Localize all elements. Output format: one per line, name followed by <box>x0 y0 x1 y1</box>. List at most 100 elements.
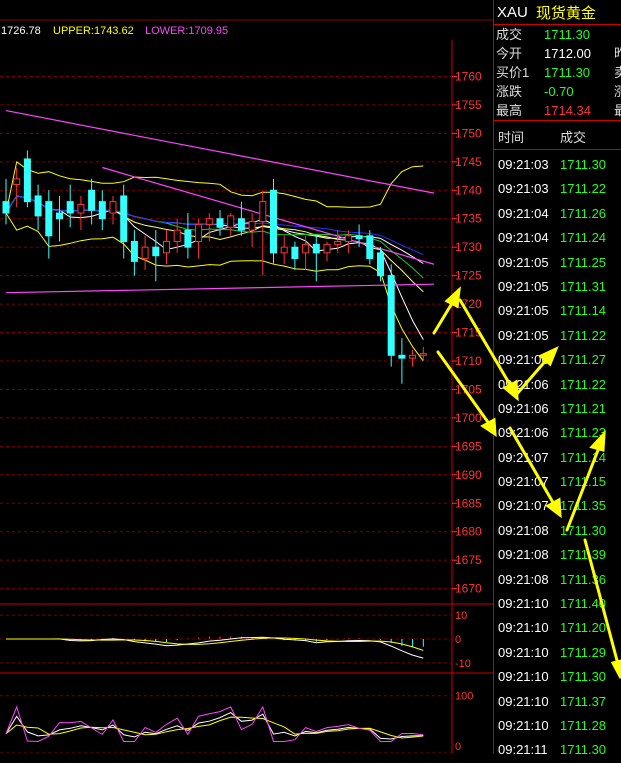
tick-price: 1711.25 <box>560 254 607 270</box>
tick-row[interactable]: 09:21:05 1711.22 <box>494 324 621 348</box>
tick-row[interactable]: 09:21:06 1711.21 <box>494 397 621 421</box>
tick-row[interactable]: 09:21:10 1711.37 <box>494 690 621 714</box>
price-tick-label: 1735 <box>455 212 482 226</box>
symbol-code: XAU <box>497 3 528 21</box>
quote-value: 1711.30 <box>544 65 591 80</box>
tick-row[interactable]: 09:21:04 1711.24 <box>494 226 621 250</box>
price-tick-label: 1675 <box>455 553 482 567</box>
tick-row[interactable]: 09:21:05 1711.14 <box>494 299 621 323</box>
tick-row[interactable]: 09:21:06 1711.27 <box>494 348 621 372</box>
price-tick-label: 1670 <box>455 582 482 596</box>
tick-price: 1711.30 <box>560 157 607 172</box>
tick-row[interactable]: 09:21:11 1711.30 <box>494 738 621 762</box>
tick-price: 1711.22 <box>560 181 607 197</box>
tick-time: 09:21:10 <box>498 596 549 612</box>
tick-row[interactable]: 09:21:05 1711.31 <box>494 275 621 299</box>
price-tick-label: 1685 <box>455 496 482 510</box>
price-tick-label: 1750 <box>455 126 482 140</box>
tick-time: 09:21:05 <box>498 254 549 270</box>
tick-price: 1711.21 <box>560 400 607 416</box>
tick-time: 09:21:07 <box>498 449 549 465</box>
tick-time: 09:21:06 <box>498 425 549 441</box>
quote-label: 买价1 <box>496 65 530 80</box>
tick-price: 1711.40 <box>560 596 607 612</box>
price-tick-label: 1710 <box>455 354 482 368</box>
tick-time: 09:21:10 <box>498 693 549 709</box>
tick-row[interactable]: 09:21:08 1711.39 <box>494 543 621 567</box>
tick-price: 1711.27 <box>560 352 607 368</box>
tick-time: 09:21:03 <box>498 181 549 197</box>
tick-price: 1711.30 <box>560 742 607 758</box>
candle <box>270 178 277 265</box>
quote-value: 1711.30 <box>544 27 591 42</box>
tick-time: 09:21:08 <box>498 522 549 538</box>
tick-time: 09:21:03 <box>498 157 549 172</box>
quote-title: XAU 现货黄金 <box>494 0 621 25</box>
quote-label: 成交 <box>496 27 523 42</box>
tick-time: 09:21:10 <box>498 717 549 733</box>
tick-price: 1711.23 <box>560 425 607 441</box>
quote-label: 涨跌 <box>496 84 523 99</box>
tick-row[interactable]: 09:21:10 1711.28 <box>494 714 621 738</box>
macd-tick-label: -10 <box>455 658 471 670</box>
tick-time: 09:21:10 <box>498 620 549 636</box>
tick-time: 09:21:10 <box>498 669 549 685</box>
quote-label: 最高 <box>496 103 523 118</box>
kdj-tick-label: 100 <box>455 691 473 703</box>
tick-row[interactable]: 09:21:10 1711.29 <box>494 641 621 665</box>
boll-mid-value: 1726.78 <box>1 25 41 37</box>
price-tick-label: 1740 <box>455 183 482 197</box>
ticks-header-price: 成交 <box>560 130 587 145</box>
tick-time: 09:21:08 <box>498 547 549 563</box>
tick-price: 1711.15 <box>560 474 607 490</box>
tick-row[interactable]: 09:21:06 1711.22 <box>494 373 621 397</box>
tick-price: 1711.30 <box>560 522 607 538</box>
price-tick-label: 1730 <box>455 240 482 254</box>
quote-value: -0.70 <box>544 84 574 99</box>
tick-price: 1711.22 <box>560 327 607 343</box>
tick-time: 09:21:06 <box>498 376 549 392</box>
candle <box>23 150 31 208</box>
chart-area[interactable]: 1726.78 UPPER:1743.62 LOWER:1709.95 1760… <box>0 0 493 753</box>
tick-row[interactable]: 09:21:06 1711.23 <box>494 421 621 445</box>
tick-time: 09:21:11 <box>498 742 548 758</box>
tick-row[interactable]: 09:21:03 1711.22 <box>494 177 621 201</box>
tick-price: 1711.30 <box>560 669 607 685</box>
tick-time: 09:21:04 <box>498 205 549 221</box>
quote-extra-label: 昨 <box>614 46 621 61</box>
tick-row[interactable]: 09:21:08 1711.36 <box>494 568 621 592</box>
tick-price: 1711.31 <box>560 278 607 294</box>
quote-panel: XAU 现货黄金 成交 1711.30 今开 1712.00 昨买价1 1711.30 卖涨… <box>493 0 621 757</box>
tick-row[interactable]: 09:21:07 1711.15 <box>494 470 621 494</box>
tick-time: 09:21:05 <box>498 327 549 343</box>
tick-time: 09:21:07 <box>498 498 549 514</box>
price-tick-label: 1700 <box>455 411 482 425</box>
ticks-header-time: 时间 <box>498 130 525 145</box>
quote-row: 成交 1711.30 <box>494 25 621 44</box>
quote-row: 最高 1714.34 最 <box>494 101 621 120</box>
ticks-header: 时间 成交 <box>494 120 621 150</box>
tick-row[interactable]: 09:21:07 1711.14 <box>494 446 621 470</box>
tick-row[interactable]: 09:21:10 1711.20 <box>494 616 621 640</box>
boll-lower-label: LOWER:1709.95 <box>145 25 228 37</box>
tick-row[interactable]: 09:21:10 1711.30 <box>494 665 621 689</box>
tick-row[interactable]: 09:21:10 1711.40 <box>494 592 621 616</box>
quote-value: 1712.00 <box>544 46 591 61</box>
tick-row[interactable]: 09:21:05 1711.25 <box>494 251 621 275</box>
price-tick-label: 1680 <box>455 525 482 539</box>
tick-row[interactable]: 09:21:08 1711.30 <box>494 519 621 543</box>
tick-row[interactable]: 09:21:04 1711.26 <box>494 202 621 226</box>
tick-row[interactable]: 09:21:07 1711.35 <box>494 494 621 518</box>
tick-price: 1711.22 <box>560 376 607 392</box>
price-tick-label: 1715 <box>455 326 482 340</box>
price-tick-label: 1745 <box>455 155 482 169</box>
quote-value: 1714.34 <box>544 103 591 118</box>
quote-summary: 成交 1711.30 今开 1712.00 昨买价1 1711.30 卖涨跌 -0.70 涨最高… <box>494 25 621 120</box>
tick-price: 1711.39 <box>560 547 607 563</box>
tick-time: 09:21:08 <box>498 571 549 587</box>
tick-row[interactable]: 09:21:03 1711.30 <box>494 153 621 177</box>
tick-list[interactable]: 09:21:03 1711.30 09:21:03 1711.22 09:21:04 17… <box>494 150 621 763</box>
tick-price: 1711.26 <box>560 205 607 221</box>
tick-time: 09:21:05 <box>498 278 549 294</box>
tick-price: 1711.35 <box>560 498 607 514</box>
